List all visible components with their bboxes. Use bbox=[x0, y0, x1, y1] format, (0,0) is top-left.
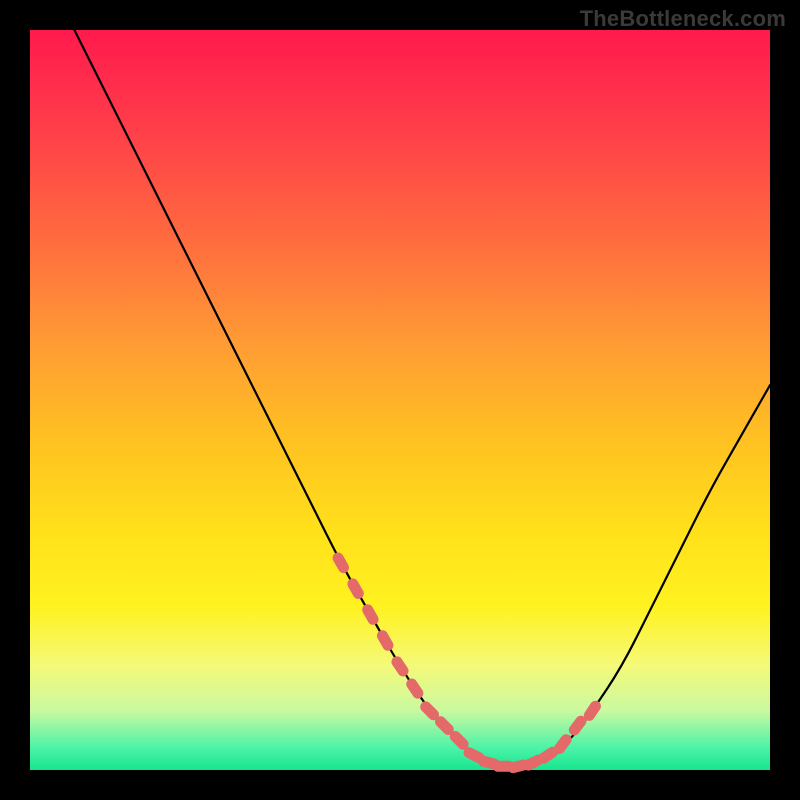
bottleneck-curve bbox=[74, 30, 770, 766]
highlighted-point bbox=[360, 602, 380, 627]
highlighted-point bbox=[345, 576, 365, 601]
chart-frame: TheBottleneck.com bbox=[0, 0, 800, 800]
highlighted-point bbox=[331, 551, 351, 576]
highlighted-point bbox=[375, 628, 395, 653]
watermark-text: TheBottleneck.com bbox=[580, 6, 786, 32]
highlighted-point bbox=[404, 676, 425, 700]
highlighted-points-group bbox=[331, 551, 604, 775]
curve-svg bbox=[30, 30, 770, 770]
highlighted-point bbox=[389, 654, 410, 678]
plot-area bbox=[30, 30, 770, 770]
